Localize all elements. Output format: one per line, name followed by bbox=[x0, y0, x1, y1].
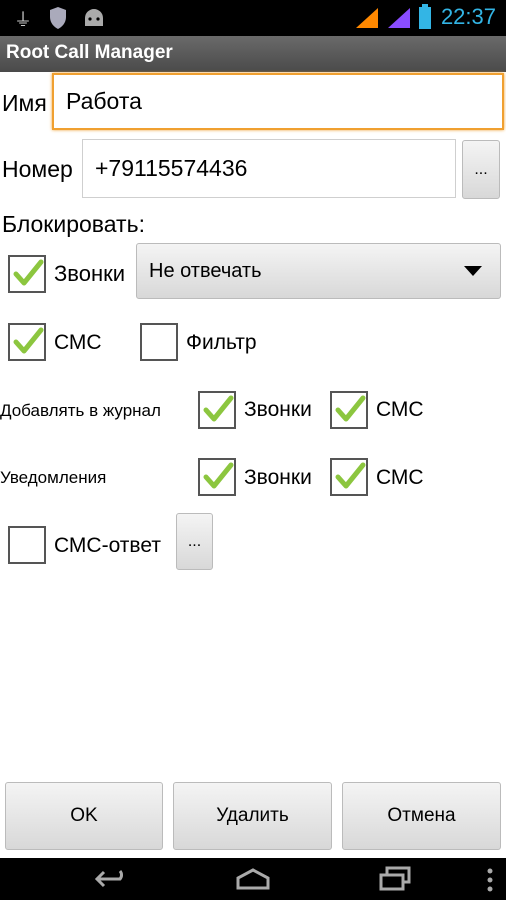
notify-sms-label: СМС bbox=[376, 466, 424, 489]
delete-button-label: Удалить bbox=[216, 805, 289, 826]
block-calls-checkbox[interactable] bbox=[8, 255, 46, 293]
shield-icon bbox=[50, 7, 66, 29]
filter-checkbox[interactable] bbox=[140, 323, 178, 361]
notify-sms-checkbox[interactable] bbox=[330, 458, 368, 496]
action-dropdown[interactable]: Не отвечать bbox=[136, 243, 501, 299]
block-sms-label: СМС bbox=[54, 331, 102, 354]
name-label: Имя bbox=[2, 90, 47, 116]
android-icon bbox=[85, 9, 103, 26]
navigation-bar bbox=[0, 858, 506, 900]
sms-reply-label: СМС-ответ bbox=[54, 534, 161, 557]
home-icon[interactable] bbox=[234, 868, 272, 890]
ok-button[interactable]: OK bbox=[5, 782, 163, 850]
notify-label: Уведомления bbox=[0, 468, 107, 487]
sms-reply-checkbox[interactable] bbox=[8, 526, 46, 564]
number-label: Номер bbox=[2, 156, 73, 182]
delete-button[interactable]: Удалить bbox=[173, 782, 332, 850]
journal-sms-label: СМС bbox=[376, 398, 424, 421]
checkmark-icon bbox=[13, 327, 44, 354]
usb-icon: ⏚ bbox=[14, 10, 32, 30]
signal-purple-icon bbox=[388, 8, 410, 28]
number-more-button[interactable]: ... bbox=[462, 140, 500, 199]
battery-icon bbox=[419, 4, 431, 29]
ok-button-label: OK bbox=[70, 805, 98, 826]
cancel-button[interactable]: Отмена bbox=[342, 782, 501, 850]
sms-reply-more-button[interactable]: ... bbox=[176, 513, 213, 570]
sms-reply-more-label: ... bbox=[187, 532, 202, 550]
filter-label: Фильтр bbox=[186, 331, 257, 354]
dropdown-arrow-icon bbox=[464, 266, 482, 276]
recent-apps-icon[interactable] bbox=[378, 866, 412, 892]
checkmark-icon bbox=[335, 462, 366, 489]
name-input[interactable]: Работа bbox=[52, 73, 504, 130]
checkmark-icon bbox=[13, 259, 44, 286]
back-icon[interactable] bbox=[94, 868, 130, 890]
action-dropdown-value: Не отвечать bbox=[149, 259, 262, 282]
journal-label: Добавлять в журнал bbox=[0, 401, 161, 420]
name-input-value: Работа bbox=[66, 88, 142, 114]
journal-calls-checkbox[interactable] bbox=[198, 391, 236, 429]
block-sms-checkbox[interactable] bbox=[8, 323, 46, 361]
signal-orange-icon bbox=[356, 8, 378, 28]
clock: 22:37 bbox=[440, 4, 496, 29]
journal-calls-label: Звонки bbox=[244, 398, 312, 421]
block-label: Блокировать: bbox=[2, 211, 145, 237]
status-bar: ⏚ 22:37 bbox=[0, 0, 506, 36]
checkmark-icon bbox=[203, 462, 234, 489]
notify-calls-label: Звонки bbox=[244, 466, 312, 489]
checkmark-icon bbox=[335, 395, 366, 422]
number-more-label: ... bbox=[474, 160, 488, 178]
app-title: Root Call Manager bbox=[6, 42, 173, 63]
overflow-menu-icon[interactable] bbox=[486, 868, 494, 892]
block-calls-label: Звонки bbox=[54, 261, 126, 286]
cancel-button-label: Отмена bbox=[387, 805, 456, 826]
journal-sms-checkbox[interactable] bbox=[330, 391, 368, 429]
number-input-value: +79115574436 bbox=[95, 155, 248, 181]
notify-calls-checkbox[interactable] bbox=[198, 458, 236, 496]
title-bar: Root Call Manager bbox=[0, 36, 506, 72]
checkmark-icon bbox=[203, 395, 234, 422]
number-input[interactable]: +79115574436 bbox=[82, 139, 456, 198]
